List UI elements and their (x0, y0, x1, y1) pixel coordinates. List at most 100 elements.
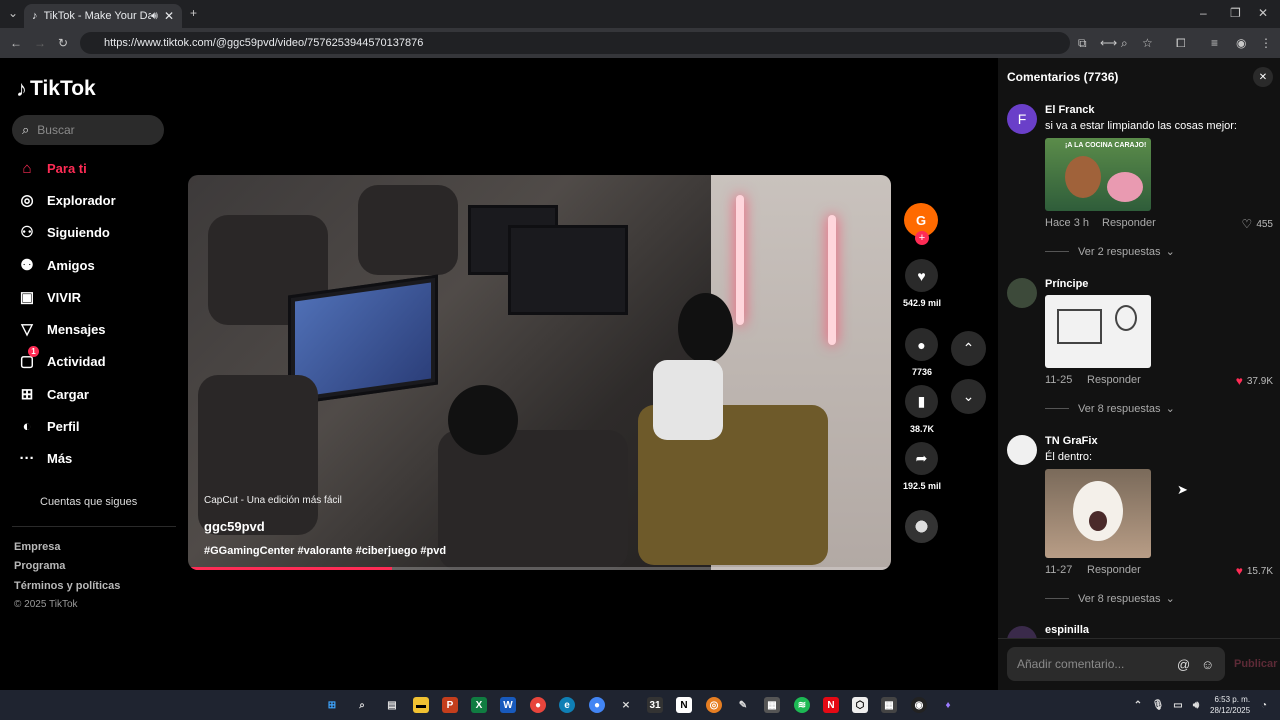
tab-search-icon[interactable]: ⌄ (8, 6, 18, 20)
sidebar-item-vivir[interactable]: ▣ VIVIR (16, 287, 81, 307)
sidebar-item-mas[interactable]: ··· Más (16, 448, 73, 468)
video-hashtags[interactable]: #GGamingCenter #valorante #ciberjuego #p… (204, 545, 446, 557)
view-replies-button[interactable]: Ver 2 respuestas ⌄ (1045, 245, 1175, 258)
spotify-icon[interactable]: ≋ (794, 697, 810, 713)
taskbar-search-icon[interactable]: ⌕ (354, 697, 370, 713)
mention-icon[interactable]: @ (1177, 657, 1190, 672)
excel-icon[interactable]: X (471, 697, 487, 713)
sidebar-item-mensajes[interactable]: ▽ Mensajes (16, 319, 105, 339)
comment-input[interactable]: Añadir comentario... @ ☺ (1007, 647, 1225, 681)
comment-like-button[interactable]: ♡ 455 (1242, 217, 1273, 231)
comment-meme-image[interactable] (1045, 295, 1151, 368)
close-tab-icon[interactable]: ✕ (164, 9, 174, 23)
netflix-icon[interactable]: N (823, 697, 839, 713)
like-button[interactable]: ♥ (905, 259, 938, 292)
media-control-icon[interactable]: ≡ (1211, 36, 1218, 50)
app-icon[interactable]: ◉ (911, 697, 927, 713)
edge-icon[interactable]: e (559, 697, 575, 713)
reply-button[interactable]: Responder (1087, 564, 1141, 576)
back-icon[interactable]: ← (10, 36, 22, 50)
reload-icon[interactable]: ↻ (58, 36, 68, 50)
next-video-button[interactable]: ⌄ (951, 379, 986, 414)
commenter-avatar[interactable]: F (1007, 104, 1037, 134)
footer-link-programa[interactable]: Programa (14, 560, 65, 572)
extensions-icon[interactable]: ⧠ (1176, 36, 1186, 51)
close-window-icon[interactable]: ✕ (1258, 6, 1268, 20)
chrome-active-icon[interactable]: ● (589, 697, 605, 713)
minimize-icon[interactable]: – (1200, 6, 1207, 20)
new-tab-icon[interactable]: + (190, 6, 197, 20)
commenter-avatar[interactable] (1007, 278, 1037, 308)
reply-button[interactable]: Responder (1102, 217, 1156, 229)
app-icon[interactable]: ♦ (940, 697, 956, 713)
tiktok-logo[interactable]: ♪ TikTok (16, 76, 96, 102)
taskbar-clock[interactable]: 6:53 p. m. 28/12/2025 (1210, 694, 1250, 716)
notifications-icon[interactable]: ◔ (1256, 697, 1272, 713)
comment-like-button[interactable]: ♥ 37.9K (1236, 374, 1273, 388)
notion-icon[interactable]: N (676, 697, 692, 713)
profile-avatar-icon[interactable]: ◉ (1236, 36, 1246, 50)
calculator-icon[interactable]: ▦ (881, 697, 897, 713)
translate-icon[interactable]: ⟷ (1100, 36, 1117, 50)
url-field[interactable]: https://www.tiktok.com/@ggc59pvd/video/7… (80, 32, 1070, 54)
sidebar-item-siguiendo[interactable]: ⚇ Siguiendo (16, 222, 110, 242)
comment-like-button[interactable]: ♥ 15.7K (1236, 564, 1273, 578)
app-icon[interactable]: ▦ (764, 697, 780, 713)
task-view-icon[interactable]: ▤ (384, 697, 400, 713)
word-icon[interactable]: W (500, 697, 516, 713)
commenter-avatar[interactable] (1007, 435, 1037, 465)
commenter-name[interactable]: El Franck (1045, 104, 1095, 116)
sidebar-item-amigos[interactable]: ⚉ Amigos (16, 255, 94, 275)
sidebar-item-cargar[interactable]: ⊞ Cargar (16, 384, 89, 404)
footer-link-empresa[interactable]: Empresa (14, 541, 60, 553)
forward-icon[interactable]: → (34, 36, 46, 50)
browser-tab[interactable]: ♪ TikTok - Make Your Day 🔊︎ ✕ (24, 4, 182, 28)
footer-link-terminos[interactable]: Términos y políticas (14, 580, 120, 592)
reply-button[interactable]: Responder (1087, 374, 1141, 386)
video-author[interactable]: ggc59pvd (204, 519, 265, 534)
video-player[interactable]: CapCut - Una edición más fácil ggc59pvd … (188, 175, 891, 570)
maximize-icon[interactable]: ❐ (1230, 6, 1241, 20)
tray-chevron-icon[interactable]: ⌃ (1130, 697, 1146, 713)
search-input[interactable]: ⌕ Buscar (12, 115, 164, 145)
audio-icon[interactable]: 🔊︎ (151, 10, 158, 23)
music-disc-icon[interactable] (905, 510, 938, 543)
microphone-icon[interactable]: 🎙︎ (1150, 697, 1166, 713)
volume-icon[interactable]: 🔊︎ (1188, 697, 1204, 713)
app-icon[interactable]: ⬡ (852, 697, 868, 713)
commenter-name[interactable]: TN GraFix (1045, 435, 1098, 447)
powerpoint-icon[interactable]: P (442, 697, 458, 713)
sidebar-item-perfil[interactable]: ◐ Perfil (16, 416, 79, 436)
commenter-avatar[interactable] (1007, 626, 1037, 638)
post-comment-button[interactable]: Publicar (1234, 658, 1277, 670)
network-icon[interactable]: ▭ (1170, 697, 1186, 713)
emoji-icon[interactable]: ☺ (1201, 657, 1214, 672)
commenter-name[interactable]: espinilla (1045, 624, 1089, 636)
comment-button[interactable]: ● (905, 328, 938, 361)
file-explorer-icon[interactable]: ▬ (413, 697, 429, 713)
windows-start-icon[interactable]: ⊞ (324, 697, 340, 713)
commenter-name[interactable]: Príncipe (1045, 278, 1088, 290)
share-button[interactable]: ➦ (905, 442, 938, 475)
follow-plus-icon[interactable]: + (915, 231, 929, 245)
cast-icon[interactable]: ⧉ (1078, 36, 1087, 51)
sidebar-item-explorador[interactable]: ◎ Explorador (16, 190, 115, 210)
video-progress-bar[interactable] (188, 567, 891, 570)
save-button[interactable]: ▮ (905, 385, 938, 418)
previous-video-button[interactable]: ⌃ (951, 331, 986, 366)
sidebar-item-para-ti[interactable]: ⌂ Para ti (16, 158, 86, 178)
chrome-icon[interactable]: ● (530, 697, 546, 713)
comment-meme-image[interactable] (1045, 469, 1151, 558)
calendar-icon[interactable]: 31 (647, 697, 663, 713)
bookmark-star-icon[interactable]: ☆ (1142, 36, 1153, 50)
capcut-icon[interactable]: ⨯ (618, 697, 634, 713)
sidebar-item-actividad[interactable]: ▢ 1 Actividad (16, 346, 106, 371)
zoom-icon[interactable]: ⌕ (1121, 36, 1128, 51)
app-icon[interactable]: ◎ (706, 697, 722, 713)
close-comments-button[interactable]: ✕ (1253, 67, 1273, 87)
app-icon[interactable]: ✎ (735, 697, 751, 713)
comment-meme-image[interactable]: ¡A LA COCINA CARAJO! (1045, 138, 1151, 211)
view-replies-button[interactable]: Ver 8 respuestas ⌄ (1045, 592, 1175, 605)
view-replies-button[interactable]: Ver 8 respuestas ⌄ (1045, 402, 1175, 415)
browser-menu-icon[interactable]: ⋮ (1260, 36, 1272, 50)
